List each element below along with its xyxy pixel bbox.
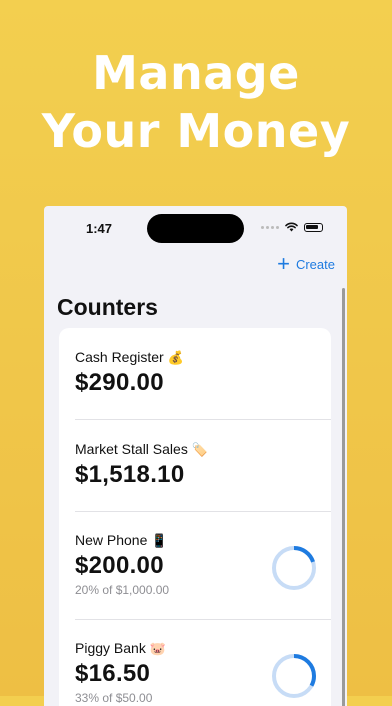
status-icons bbox=[261, 222, 323, 232]
list-item[interactable]: Cash Register 💰 $290.00 bbox=[59, 328, 331, 420]
scrollbar[interactable] bbox=[342, 288, 345, 706]
promo-headline: Manage Your Money bbox=[0, 44, 392, 160]
mobile-phone-icon: 📱 bbox=[151, 533, 168, 548]
counter-amount: $290.00 bbox=[75, 369, 164, 396]
list-item[interactable]: Market Stall Sales 🏷️ $1,518.10 bbox=[59, 420, 331, 512]
status-time: 1:47 bbox=[86, 221, 113, 236]
pig-face-icon: 🐷 bbox=[149, 641, 167, 656]
goal-progress-text: 20% of $1,000.00 bbox=[75, 583, 170, 597]
counter-amount: $200.00 bbox=[75, 552, 164, 579]
phone-screen: 1:47 + Create Counters Cash Register 💰 $2… bbox=[44, 206, 347, 706]
promo-line-2: Your Money bbox=[41, 104, 351, 158]
wifi-icon bbox=[285, 222, 298, 232]
counter-name: New Phone 📱 bbox=[75, 532, 168, 548]
promo-line-1: Manage bbox=[92, 46, 300, 100]
list-item[interactable]: New Phone 📱 $200.00 20% of $1,000.00 bbox=[59, 512, 331, 620]
money-bag-icon: 💰 bbox=[167, 350, 184, 365]
create-label: Create bbox=[295, 256, 335, 272]
progress-ring-icon bbox=[272, 654, 316, 698]
plus-icon: + bbox=[277, 251, 290, 276]
counter-name: Cash Register 💰 bbox=[75, 349, 184, 365]
list-item[interactable]: Piggy Bank 🐷 $16.50 33% of $50.00 bbox=[59, 620, 331, 706]
counter-name: Piggy Bank 🐷 bbox=[75, 640, 167, 656]
counters-list: Cash Register 💰 $290.00 Market Stall Sale… bbox=[59, 328, 331, 706]
counter-name: Market Stall Sales 🏷️ bbox=[75, 441, 209, 457]
signal-icon bbox=[261, 225, 279, 229]
goal-progress-text: 33% of $50.00 bbox=[75, 691, 153, 705]
page-title: Counters bbox=[57, 294, 158, 320]
progress-ring-icon bbox=[272, 546, 316, 590]
counter-amount: $16.50 bbox=[75, 660, 151, 687]
battery-icon bbox=[304, 222, 323, 232]
create-button[interactable]: + Create bbox=[277, 251, 335, 276]
dynamic-island bbox=[147, 214, 244, 243]
counter-amount: $1,518.10 bbox=[75, 461, 185, 488]
label-tag-icon: 🏷️ bbox=[191, 442, 209, 457]
